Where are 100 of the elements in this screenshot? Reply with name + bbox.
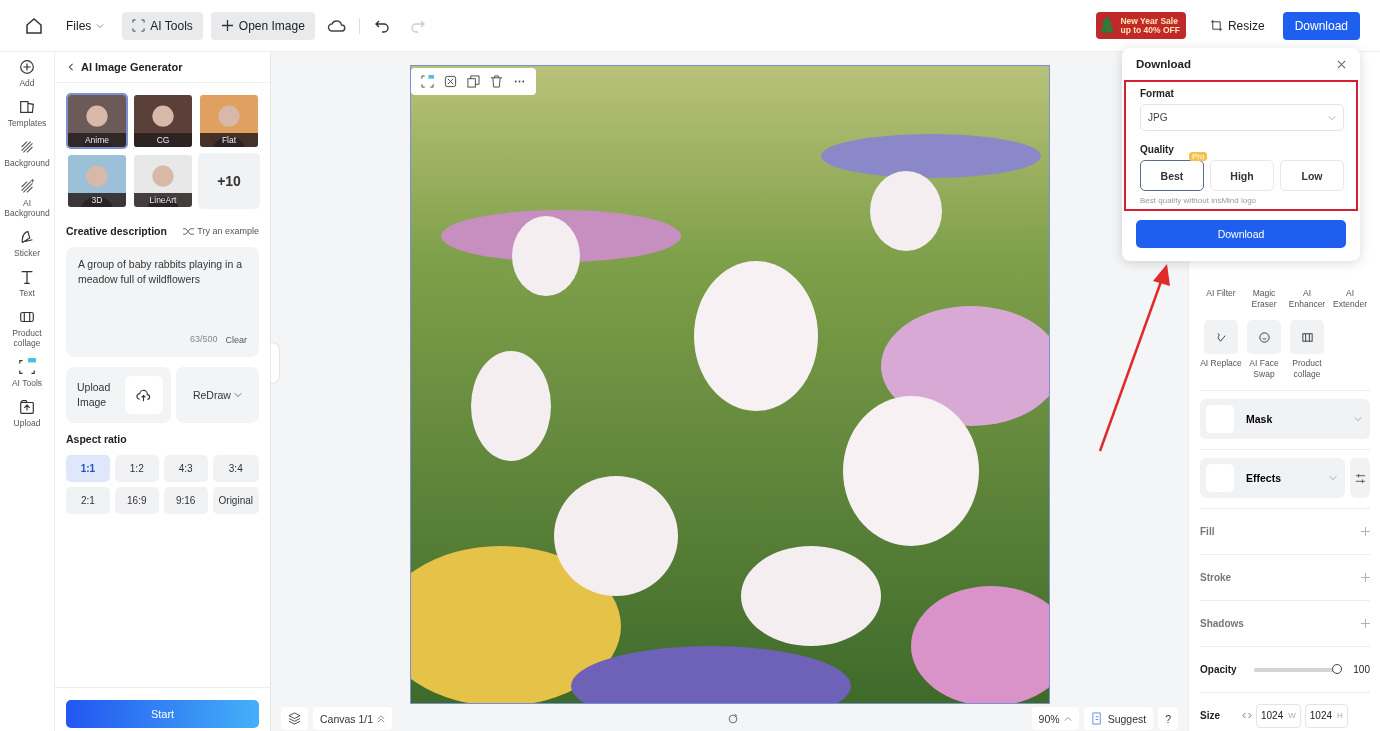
quality-option[interactable]: Best <box>1140 160 1204 191</box>
ai-tools-icon[interactable] <box>18 358 36 376</box>
popup-download-button[interactable]: Download <box>1136 220 1346 248</box>
tool-label[interactable]: Magic Eraser <box>1243 288 1285 310</box>
style-option[interactable]: Flat <box>198 93 260 149</box>
tool-label[interactable]: AI Filter <box>1200 288 1242 310</box>
tool-label[interactable]: Product collage <box>1286 358 1328 380</box>
aspect-ratio-option[interactable]: Original <box>212 487 259 514</box>
canvas-pages-button[interactable]: Canvas 1/1 <box>313 707 393 730</box>
rail-label[interactable]: Add <box>2 78 52 88</box>
collapse-handle[interactable] <box>271 342 280 384</box>
sale-banner[interactable]: New Year Sale up to 40% OFF <box>1096 12 1186 39</box>
note-icon <box>1090 712 1104 725</box>
ai-icon <box>132 19 146 32</box>
upload-icon[interactable] <box>136 387 152 403</box>
tool-label[interactable]: AI Enhancer <box>1286 288 1328 310</box>
rail-label[interactable]: Upload <box>2 418 52 428</box>
popup-title: Download <box>1136 58 1191 70</box>
try-example-button[interactable]: Try an example <box>183 226 259 236</box>
aspect-ratio-option[interactable]: 1:1 <box>66 455 110 482</box>
tool-label[interactable]: AI Extender <box>1329 288 1371 310</box>
home-icon[interactable] <box>24 15 44 36</box>
ai-background-icon[interactable] <box>18 178 36 196</box>
tool-label[interactable]: AI Replace <box>1200 358 1242 369</box>
rail-label[interactable]: Sticker <box>2 248 52 258</box>
double-chevron-icon <box>377 714 386 723</box>
style-option[interactable]: Anime <box>66 93 128 149</box>
close-icon[interactable] <box>1337 59 1346 69</box>
quality-hint: Best quality without insMind logo <box>1140 196 1258 205</box>
chevron-down-icon <box>233 391 242 399</box>
face-icon[interactable] <box>1247 320 1281 354</box>
quality-option[interactable]: Low <box>1280 160 1344 191</box>
upload-image-area[interactable]: Upload Image <box>66 367 171 423</box>
format-select[interactable]: JPG <box>1140 104 1344 131</box>
add-icon[interactable] <box>18 58 36 76</box>
upload-icon[interactable] <box>18 398 36 416</box>
height-field[interactable]: 1024 H <box>1304 703 1348 728</box>
chevron-down-icon <box>1354 415 1362 423</box>
download-button[interactable]: Download <box>1282 11 1360 40</box>
chevron-up-icon <box>1063 714 1072 723</box>
width-field[interactable]: 1024 W <box>1256 703 1301 728</box>
more-styles-button[interactable]: +10 <box>198 153 260 209</box>
aspect-ratio-option[interactable]: 16:9 <box>114 487 159 514</box>
opacity-value: 100 <box>1353 664 1370 675</box>
plus-icon <box>220 19 234 32</box>
mask-dropdown[interactable]: Mask <box>1200 399 1370 439</box>
style-option[interactable]: CG <box>132 93 194 149</box>
aspect-ratio-option[interactable]: 3:4 <box>212 455 259 482</box>
pro-badge: Pro <box>1189 152 1208 161</box>
templates-icon[interactable] <box>18 98 36 116</box>
clear-button[interactable]: Clear <box>225 332 247 347</box>
rotate-icon[interactable] <box>727 712 740 725</box>
zoom-button[interactable]: 90% <box>1031 707 1079 730</box>
rail-label[interactable]: Background <box>2 158 52 168</box>
start-button[interactable]: Start <box>66 700 259 728</box>
tool-label[interactable]: AI Face Swap <box>1243 358 1285 380</box>
quality-label: Quality <box>1140 144 1175 155</box>
chevron-down-icon <box>1329 474 1337 482</box>
description-field[interactable]: A group of baby rabbits playing in a meadow full of wildflowers 63/500 Clear <box>66 247 259 357</box>
ai-tools-button[interactable]: AI Tools <box>122 11 203 40</box>
panel-title: AI Image Generator <box>81 61 183 73</box>
rail-label[interactable]: Product collage <box>2 328 52 348</box>
description-label: Creative description <box>66 225 167 237</box>
background-icon[interactable] <box>18 138 36 156</box>
rail-label[interactable]: Text <box>2 288 52 298</box>
style-option[interactable]: LineArt <box>132 153 194 209</box>
redraw-dropdown[interactable]: ReDraw <box>175 367 259 423</box>
aspect-ratio-option[interactable]: 2:1 <box>66 487 110 514</box>
section-label: Stroke <box>1200 572 1233 583</box>
open-image-button[interactable]: Open Image <box>210 11 315 40</box>
chevron-down-icon <box>1328 113 1336 122</box>
suggest-button[interactable]: Suggest <box>1083 707 1154 730</box>
link-icon[interactable] <box>1242 712 1252 719</box>
files-menu[interactable]: Files <box>56 11 115 40</box>
character-count: 63/500 <box>189 333 218 346</box>
trash-icon[interactable] <box>489 75 503 88</box>
aspect-ratio-option[interactable]: 1:2 <box>114 455 159 482</box>
back-icon[interactable] <box>67 63 75 71</box>
resize-button[interactable]: Resize <box>1199 11 1275 40</box>
rail-label[interactable]: AI Tools <box>2 378 52 388</box>
aspect-ratio-option[interactable]: 9:16 <box>163 487 208 514</box>
rail-label[interactable]: AI Background <box>2 198 52 218</box>
chevron-down-icon <box>96 21 105 30</box>
ai-icon[interactable] <box>420 75 434 88</box>
effects-dropdown[interactable]: Effects <box>1200 458 1345 498</box>
duplicate-icon[interactable] <box>466 75 480 88</box>
format-label: Format <box>1140 88 1175 99</box>
aspect-ratio-label: Aspect ratio <box>66 433 128 445</box>
section-label: Shadows <box>1200 618 1245 629</box>
opacity-label: Opacity <box>1200 664 1238 675</box>
section-label: Fill <box>1200 526 1216 537</box>
rail-label[interactable]: Templates <box>2 118 52 128</box>
help-button[interactable]: ? <box>1158 707 1178 730</box>
adjust-button[interactable] <box>1350 458 1370 498</box>
shuffle-icon <box>183 226 195 236</box>
aspect-ratio-option[interactable]: 4:3 <box>163 455 208 482</box>
style-option[interactable]: 3D <box>66 153 128 209</box>
layers-button[interactable] <box>281 707 308 730</box>
quality-option[interactable]: High <box>1210 160 1274 191</box>
sliders-icon <box>1353 471 1367 485</box>
